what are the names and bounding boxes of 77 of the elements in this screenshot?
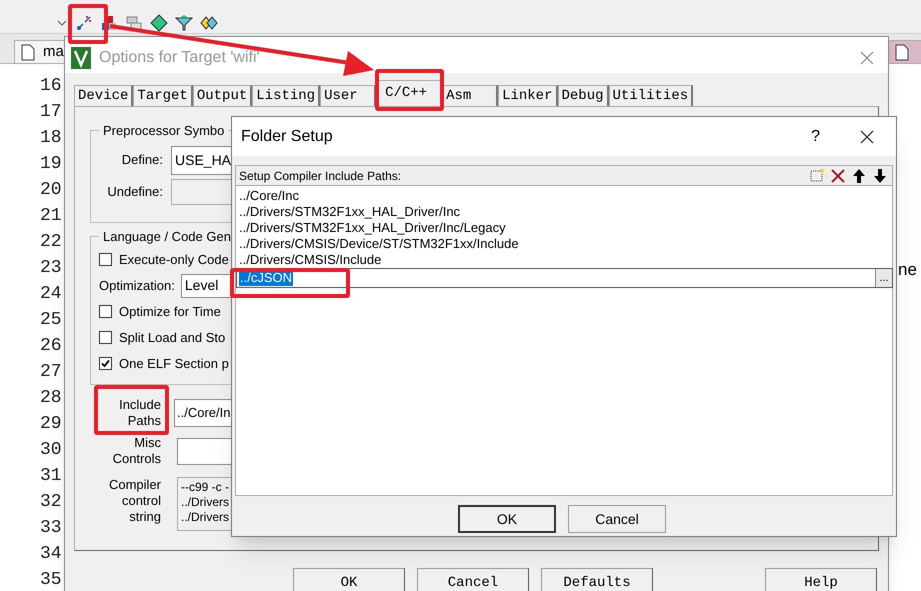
line-number: 31	[40, 465, 62, 488]
tab[interactable]: Target	[133, 85, 193, 106]
checkbox-label: Execute-only Code	[119, 250, 229, 269]
path-item[interactable]: ../Drivers/STM32F1xx_HAL_Driver/Inc	[239, 204, 892, 220]
line-number: 27	[40, 361, 62, 384]
checkbox-label: One ELF Section p	[119, 354, 229, 373]
line-number: 16	[40, 75, 62, 98]
line-number: 26	[40, 335, 62, 358]
line-number: 29	[40, 413, 62, 436]
checkbox-label: Split Load and Sto	[119, 328, 226, 347]
highlight-box	[375, 69, 444, 111]
line-number: 22	[40, 231, 62, 254]
window-title: Folder Setup	[241, 126, 334, 146]
line-number: 35	[40, 569, 62, 591]
line-number: 23	[40, 257, 62, 280]
field-label: Optimization:	[99, 276, 175, 295]
editor-tab[interactable]	[886, 40, 921, 64]
line-number: 30	[40, 439, 62, 462]
line-number: 21	[40, 205, 62, 228]
field-label: Include Paths	[118, 397, 161, 429]
field-label: Define:	[120, 151, 164, 170]
browse-button[interactable]: ...	[875, 269, 892, 287]
field-label: Undefine:	[106, 182, 164, 201]
close-icon[interactable]	[860, 130, 874, 144]
check-icon	[101, 359, 110, 368]
line-number: 24	[40, 283, 62, 306]
funnel-icon[interactable]	[175, 14, 193, 32]
windows-icon[interactable]	[125, 14, 143, 32]
document-icon	[21, 44, 35, 60]
line-number: 34	[40, 543, 62, 566]
field-label: Compiler control string	[108, 477, 162, 525]
window-title: Options for Target 'wifi'	[99, 48, 261, 68]
app-logo-icon	[71, 47, 91, 69]
line-number: 17	[40, 101, 62, 124]
checkbox[interactable]	[99, 357, 112, 370]
checkbox[interactable]	[99, 253, 112, 266]
tab[interactable]: Listing	[252, 85, 320, 106]
line-number: 28	[40, 387, 62, 410]
dialog-button[interactable]: Help	[765, 568, 877, 591]
blocks-icon[interactable]	[100, 14, 118, 32]
magic-wand-icon[interactable]	[75, 14, 93, 32]
path-item[interactable]: ../Drivers/STM32F1xx_HAL_Driver/Inc/Legacy	[239, 220, 892, 236]
path-item[interactable]: ../Core/Inc	[239, 188, 892, 204]
tab[interactable]: Device	[74, 85, 134, 106]
line-number: 33	[40, 517, 62, 540]
code-text: ne	[898, 259, 917, 281]
highlight-box	[68, 4, 108, 44]
line-number: 19	[40, 153, 62, 176]
dialog-button[interactable]: OK	[293, 568, 405, 591]
tab[interactable]: Utilities	[608, 85, 694, 106]
checkbox-label: Optimize for Time	[119, 302, 221, 321]
checkbox[interactable]	[99, 331, 112, 344]
tab[interactable]: User	[320, 85, 376, 106]
line-number: 25	[40, 309, 62, 332]
diamond-icon[interactable]	[150, 14, 168, 32]
tab[interactable]: Asm	[442, 85, 498, 106]
tab[interactable]: Output	[192, 85, 252, 106]
dialog-button[interactable]: OK	[458, 505, 556, 533]
line-number: 20	[40, 179, 62, 202]
field-label: Misc Controls	[112, 435, 162, 467]
group-title: Preprocessor Symbo	[102, 122, 226, 140]
path-item[interactable]: ../Drivers/CMSIS/Device/ST/STM32F1xx/Include	[239, 236, 892, 252]
dialog-button[interactable]: Defaults	[541, 568, 653, 591]
path-input-field[interactable]: ../cJSON ...	[236, 268, 893, 288]
dialog-button[interactable]: Cancel	[568, 505, 666, 533]
line-number: 32	[40, 491, 62, 514]
diamonds-icon[interactable]	[200, 14, 218, 32]
tab[interactable]: Debug	[558, 85, 609, 106]
path-item[interactable]: ../Drivers/CMSIS/Include	[239, 252, 892, 268]
dialog-button[interactable]: Cancel	[417, 568, 529, 591]
checkbox[interactable]	[99, 305, 112, 318]
header-text: Setup Compiler Include Paths:	[239, 168, 402, 184]
line-number: 18	[40, 127, 62, 150]
group-title: Language / Code Gen	[102, 228, 232, 246]
tab[interactable]: Linker	[498, 85, 558, 106]
document-icon	[895, 44, 909, 60]
help-button[interactable]: ?	[811, 124, 820, 148]
